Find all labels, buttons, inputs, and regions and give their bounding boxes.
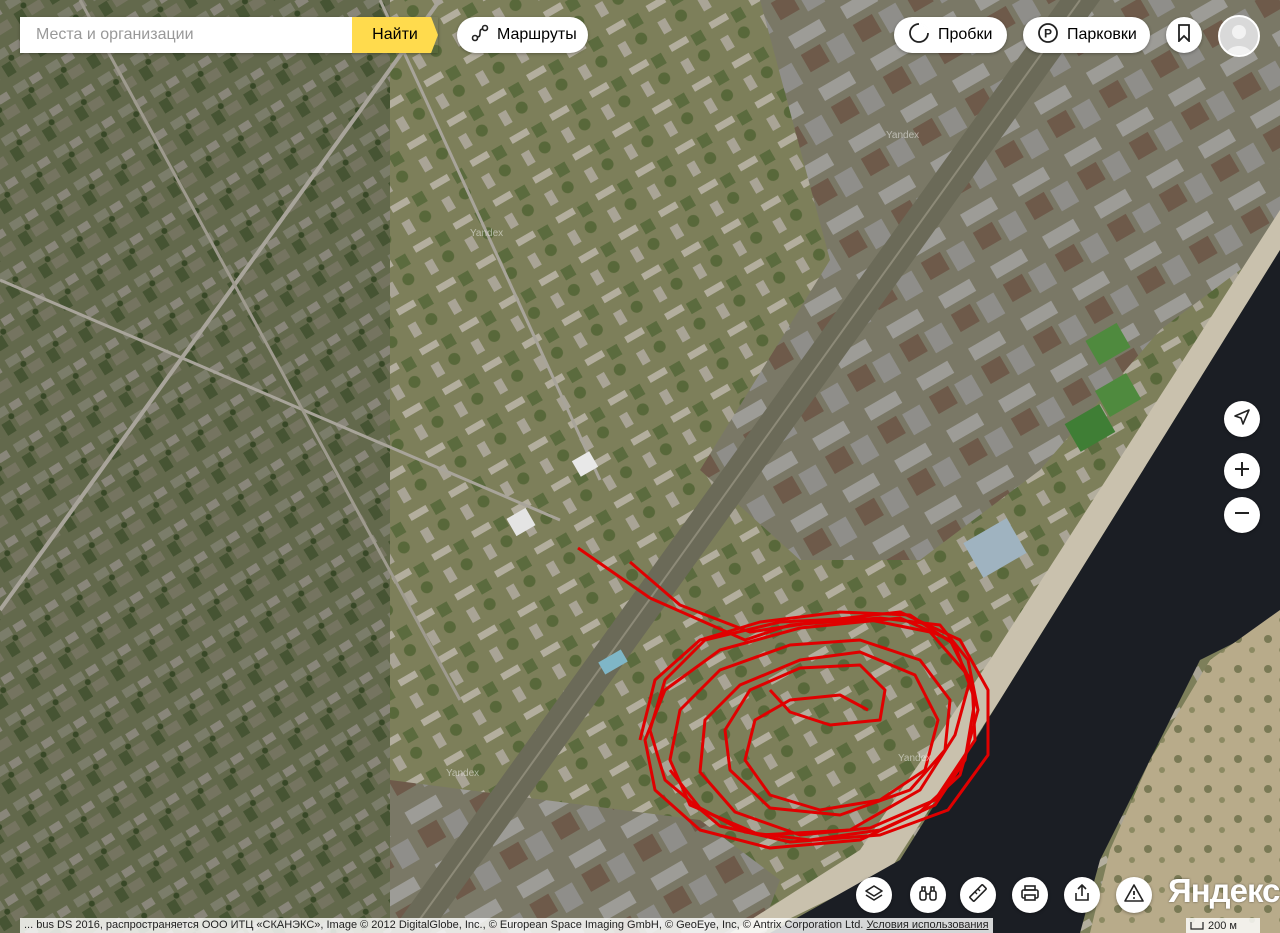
bookmark-icon	[1177, 23, 1191, 47]
scale-bar: 200 м	[1186, 918, 1260, 933]
print-button[interactable]	[1012, 877, 1048, 913]
yandex-logo[interactable]: Яндекс	[1168, 872, 1280, 910]
scale-line-icon	[1190, 921, 1204, 930]
locate-button[interactable]	[1224, 401, 1260, 437]
svg-text:Yandex: Yandex	[446, 768, 479, 779]
share-icon	[1072, 883, 1092, 908]
layers-button[interactable]	[856, 877, 892, 913]
zoom-in-icon	[1233, 460, 1251, 483]
zoom-in-button[interactable]	[1224, 453, 1260, 489]
scale-label: 200 м	[1208, 919, 1237, 932]
map-watermark: Yandex	[886, 130, 919, 141]
satellite-map[interactable]: Yandex Yandex Yandex Yandex	[0, 0, 1280, 933]
traffic-label: Пробки	[938, 26, 993, 43]
routes-button[interactable]: Маршруты	[457, 17, 588, 53]
svg-text:P: P	[1044, 26, 1052, 40]
search-input[interactable]	[20, 17, 352, 53]
routes-icon	[471, 24, 489, 47]
zoom-out-button[interactable]	[1224, 497, 1260, 533]
panorama-button[interactable]	[910, 877, 946, 913]
avatar[interactable]	[1218, 15, 1260, 57]
parking-icon: P	[1037, 22, 1059, 49]
locate-icon	[1233, 408, 1251, 431]
svg-text:Yandex: Yandex	[898, 753, 931, 764]
share-button[interactable]	[1064, 877, 1100, 913]
parking-button[interactable]: P Парковки	[1023, 17, 1150, 53]
ruler-icon	[968, 883, 988, 908]
bookmarks-button[interactable]	[1166, 17, 1202, 53]
search-bar: Найти	[20, 17, 438, 53]
report-icon	[1124, 883, 1144, 908]
traffic-button[interactable]: Пробки	[894, 17, 1007, 53]
svg-text:Yandex: Yandex	[470, 228, 503, 239]
copyright-text: ... bus DS 2016, распространяется ООО ИТ…	[24, 919, 864, 931]
traffic-icon	[908, 22, 930, 49]
routes-label: Маршруты	[497, 26, 577, 43]
print-icon	[1020, 883, 1040, 908]
panorama-icon	[918, 883, 938, 908]
search-button[interactable]: Найти	[352, 17, 438, 53]
terms-link[interactable]: Условия использования	[866, 919, 988, 931]
zoom-out-icon	[1233, 504, 1251, 527]
ruler-button[interactable]	[960, 877, 996, 913]
copyright-bar: ... bus DS 2016, распространяется ООО ИТ…	[20, 918, 993, 933]
parking-label: Парковки	[1067, 26, 1137, 43]
report-button[interactable]	[1116, 877, 1152, 913]
layers-icon	[864, 883, 884, 908]
